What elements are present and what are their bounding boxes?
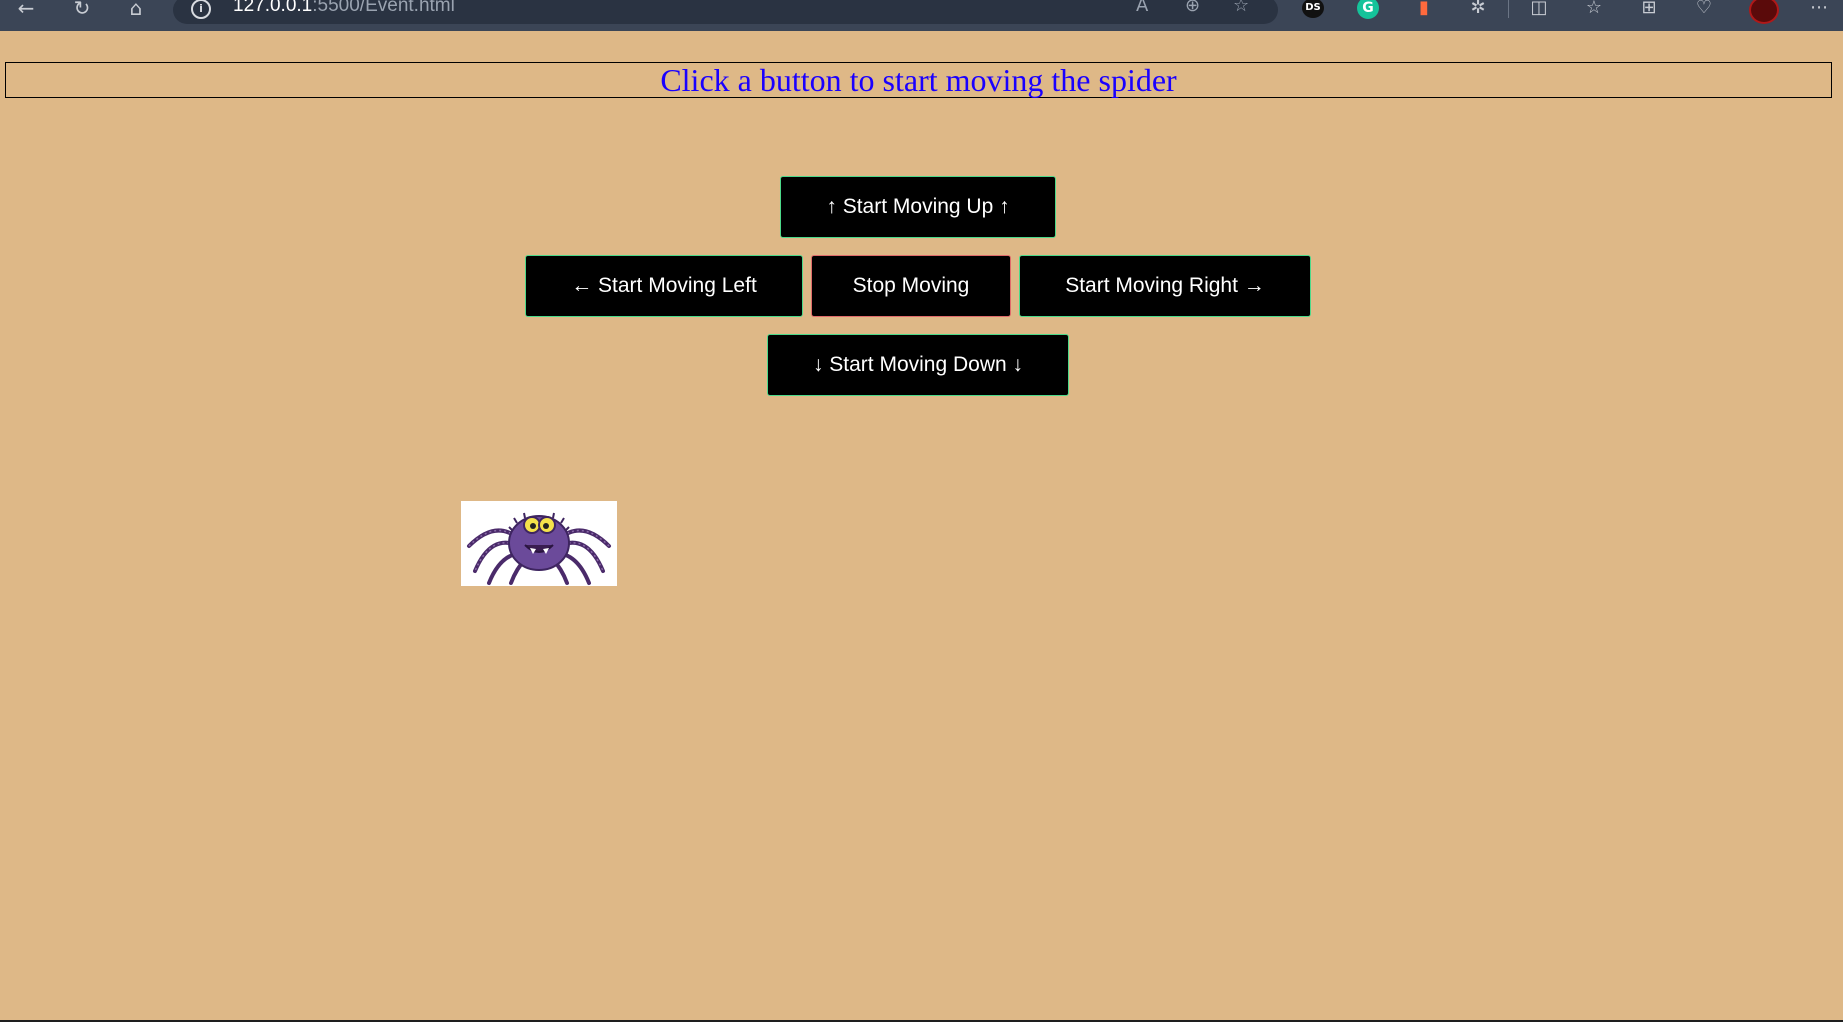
start-moving-down-button[interactable]: ↓ Start Moving Down ↓ <box>767 334 1069 396</box>
address-url[interactable]: 127.0.0.1:5500/Event.html <box>233 0 455 16</box>
ds-extension-icon[interactable]: DS <box>1302 0 1324 18</box>
extensions-puzzle-icon[interactable]: ✲ <box>1466 0 1490 19</box>
url-host: 127.0.0.1 <box>233 0 313 16</box>
spider-icon <box>467 512 611 585</box>
spider-image <box>461 501 617 586</box>
reload-icon[interactable]: ↻ <box>68 0 96 18</box>
start-moving-right-button[interactable]: Start Moving Right → <box>1019 255 1311 317</box>
profile-avatar[interactable] <box>1749 0 1779 24</box>
start-moving-left-button[interactable]: ← Start Moving Left <box>525 255 803 317</box>
home-icon[interactable]: ⌂ <box>122 0 150 18</box>
stop-moving-button[interactable]: Stop Moving <box>811 255 1011 317</box>
address-bar[interactable]: i 127.0.0.1:5500/Event.html A ⊕ ☆ <box>173 0 1278 24</box>
bookmark-extension-icon[interactable]: ▮ <box>1412 0 1436 19</box>
split-screen-icon[interactable]: ◫ <box>1527 0 1551 19</box>
browser-toolbar: ← ↻ ⌂ i 127.0.0.1:5500/Event.html A ⊕ ☆ … <box>0 0 1843 31</box>
performance-icon[interactable]: ♡ <box>1692 0 1716 19</box>
url-path: :5500/Event.html <box>312 0 455 16</box>
page-heading: Click a button to start moving the spide… <box>5 62 1832 98</box>
more-menu-icon[interactable]: ⋯ <box>1807 0 1831 19</box>
start-moving-up-button[interactable]: ↑ Start Moving Up ↑ <box>780 176 1056 238</box>
read-aloud-icon[interactable]: A <box>1136 0 1148 15</box>
grammarly-extension-icon[interactable]: G <box>1357 0 1379 19</box>
site-info-icon[interactable]: i <box>191 0 211 19</box>
toolbar-separator <box>1508 0 1509 18</box>
favorite-star-icon[interactable]: ☆ <box>1233 0 1249 15</box>
zoom-icon[interactable]: ⊕ <box>1185 0 1200 15</box>
collections-icon[interactable]: ⊞ <box>1637 0 1661 19</box>
back-arrow-icon[interactable]: ← <box>12 0 40 18</box>
favorites-list-icon[interactable]: ☆ <box>1582 0 1606 19</box>
